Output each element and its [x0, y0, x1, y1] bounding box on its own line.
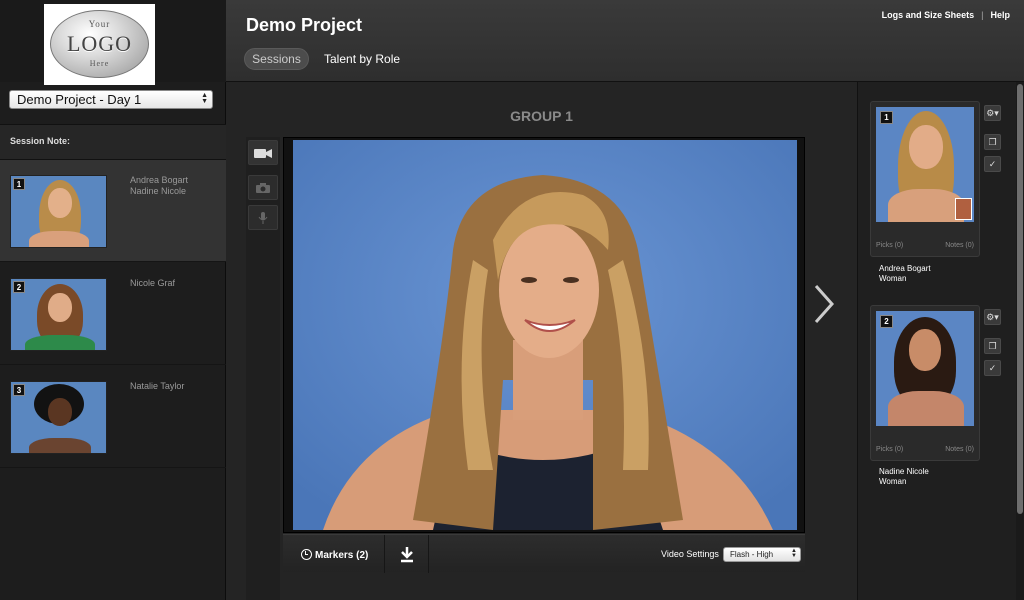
video-quality-value: Flash - High [730, 550, 774, 559]
video-player[interactable] [283, 137, 805, 533]
talent-name: Andrea Bogart [879, 264, 931, 273]
talent-card[interactable]: 1 Picks (0) Notes (0) [870, 101, 980, 257]
logo-area: Your LOGO Here [0, 0, 226, 85]
left-sidebar: Your LOGO Here Demo Project - Day 1 ▲ ▼ S… [0, 0, 226, 600]
session-names: Andrea Bogart Nadine Nicole [130, 175, 188, 197]
video-camera-icon[interactable] [248, 140, 278, 165]
check-icon[interactable]: ✓ [984, 360, 1001, 376]
header: Demo Project Sessions Talent by Role Log… [226, 0, 1024, 82]
media-type-toolbar [246, 137, 280, 600]
link-separator: | [981, 10, 984, 20]
notes-count[interactable]: Notes (0) [945, 242, 974, 249]
session-name: Nadine Nicole [130, 186, 187, 196]
divider [428, 535, 429, 573]
talent-name: Nadine Nicole [879, 467, 929, 476]
main-viewer: GROUP 1 Markers (2) Video Settings Flash… [226, 82, 857, 600]
talent-number-badge: 2 [880, 315, 893, 328]
markers-button[interactable]: Markers (2) [301, 547, 368, 561]
session-name: Natalie Taylor [130, 381, 185, 391]
talent-rail: 1 Picks (0) Notes (0) Andrea Bogart Woma… [857, 82, 1024, 600]
talent-number-badge: 1 [880, 111, 893, 124]
check-icon[interactable]: ✓ [984, 156, 1001, 172]
gear-icon[interactable]: ⚙▾ [984, 309, 1001, 325]
microphone-icon[interactable] [248, 205, 278, 230]
video-quality-select[interactable]: Flash - High ▲ ▼ [723, 547, 801, 562]
group-title: GROUP 1 [510, 108, 573, 124]
talent-info: Andrea Bogart Woman [879, 264, 931, 284]
select-arrows-icon: ▲ ▼ [791, 548, 797, 559]
clock-icon [301, 549, 312, 560]
select-arrows-icon: ▲ ▼ [201, 92, 208, 105]
tab-talent-by-role[interactable]: Talent by Role [324, 52, 400, 66]
next-arrow-icon[interactable] [808, 282, 838, 326]
help-link[interactable]: Help [990, 10, 1010, 20]
session-row[interactable]: 2 Nicole Graf [0, 263, 226, 365]
day-select[interactable]: Demo Project - Day 1 ▲ ▼ [9, 90, 213, 109]
scrollbar-thumb[interactable] [1017, 84, 1023, 514]
session-number-badge: 2 [13, 281, 25, 293]
photo-camera-icon[interactable] [248, 175, 278, 200]
session-name: Nicole Graf [130, 278, 176, 288]
video-controls-bar: Markers (2) Video Settings Flash - High … [283, 534, 805, 573]
page-title: Demo Project [246, 15, 363, 35]
logo-emblem: Your LOGO Here [50, 10, 149, 78]
copy-icon[interactable]: ❐ [984, 338, 1001, 354]
top-links: Logs and Size Sheets | Help [882, 10, 1010, 20]
picks-count[interactable]: Picks (0) [876, 242, 903, 249]
logo-text-top: Your [88, 19, 111, 29]
talent-photo: 2 [876, 311, 974, 426]
talent-role: Woman [879, 477, 907, 486]
session-name: Andrea Bogart [130, 175, 189, 185]
talent-role: Woman [879, 274, 907, 283]
session-thumbnail: 2 [10, 278, 107, 351]
session-names: Natalie Taylor [130, 381, 184, 392]
logs-and-size-sheets-link[interactable]: Logs and Size Sheets [882, 10, 975, 20]
copy-icon[interactable]: ❐ [984, 134, 1001, 150]
talent-mini-thumbnail[interactable] [955, 198, 972, 220]
talent-card[interactable]: 2 Picks (0) Notes (0) [870, 305, 980, 461]
video-frame-image [293, 140, 797, 530]
session-note-label: Session Note: [10, 136, 71, 146]
markers-label: Markers (2) [315, 550, 369, 561]
session-names: Nicole Graf [130, 278, 175, 289]
download-icon[interactable] [397, 544, 417, 564]
session-number-badge: 3 [13, 384, 25, 396]
session-row[interactable]: 1 Andrea Bogart Nadine Nicole [0, 160, 226, 262]
picks-count[interactable]: Picks (0) [876, 446, 903, 453]
logo: Your LOGO Here [44, 4, 155, 85]
scrollbar[interactable] [1016, 82, 1024, 600]
session-number-badge: 1 [13, 178, 25, 190]
logo-text-main: LOGO [66, 31, 133, 56]
session-thumbnail: 3 [10, 381, 107, 454]
talent-photo: 1 [876, 107, 974, 222]
gear-icon[interactable]: ⚙▾ [984, 105, 1001, 121]
divider [384, 535, 385, 573]
session-row[interactable]: 3 Natalie Taylor [0, 366, 226, 468]
tab-sessions[interactable]: Sessions [244, 48, 309, 70]
notes-count[interactable]: Notes (0) [945, 446, 974, 453]
day-select-value: Demo Project - Day 1 [17, 92, 142, 107]
session-thumbnail: 1 [10, 175, 107, 248]
talent-info: Nadine Nicole Woman [879, 467, 929, 487]
logo-text-bottom: Here [89, 59, 110, 68]
session-note-bar[interactable]: Session Note: [0, 124, 226, 160]
video-settings-label: Video Settings [661, 549, 719, 559]
